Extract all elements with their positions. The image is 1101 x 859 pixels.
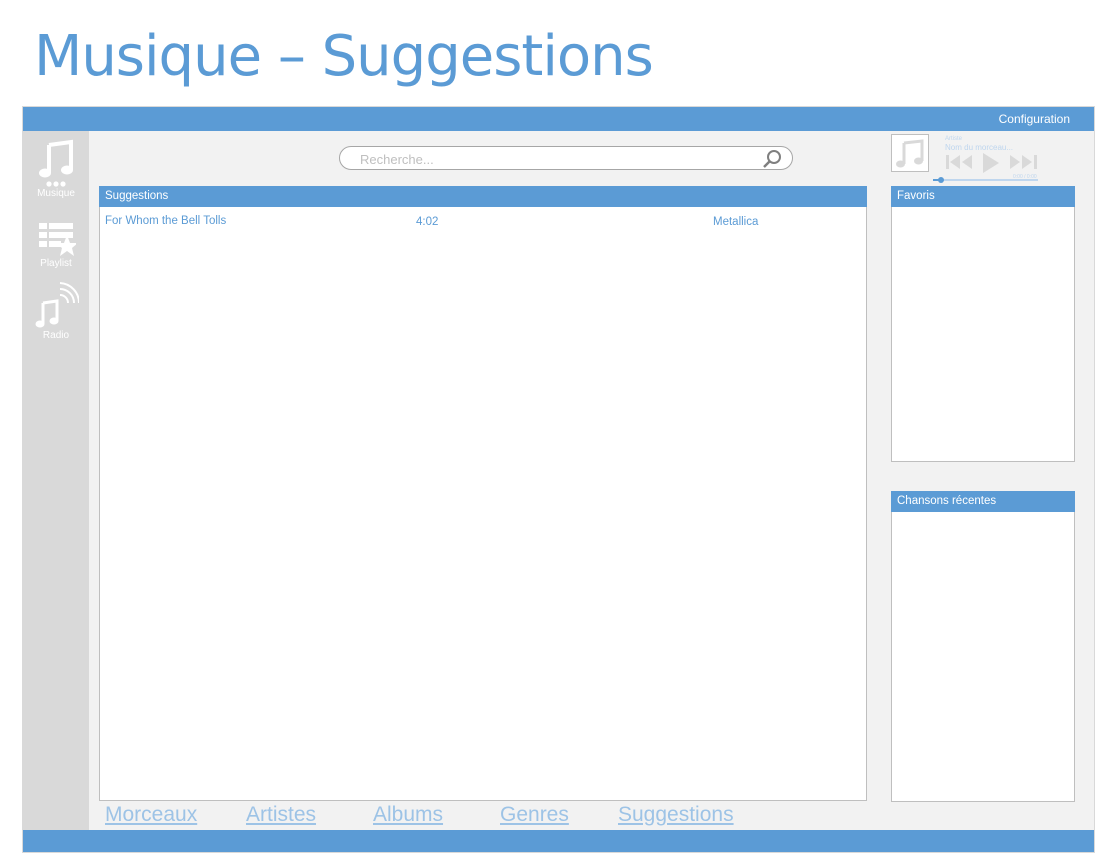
sidebar-item-radio[interactable]: Radio	[23, 281, 89, 341]
song-artist: Metallica	[713, 216, 759, 228]
sidebar-item-label: Musique	[37, 188, 75, 199]
page-title: Musique – Suggestions	[34, 24, 654, 89]
player-progress-bar[interactable]	[933, 177, 1038, 183]
favoris-header: Favoris	[891, 186, 1075, 207]
music-note-icon	[896, 139, 924, 168]
player-artist: Artiste	[945, 136, 963, 142]
sidebar-item-playlist[interactable]: Playlist	[23, 221, 89, 269]
recent-songs-header: Chansons récentes	[891, 491, 1075, 512]
tab-morceaux[interactable]: Morceaux	[105, 803, 197, 827]
radio-waves-icon	[35, 282, 79, 328]
tab-albums[interactable]: Albums	[373, 803, 443, 827]
player-track: Nom du morceau...	[945, 143, 1014, 152]
song-duration: 4:02	[416, 216, 439, 228]
tab-genres[interactable]: Genres	[500, 803, 569, 827]
play-icon[interactable]	[981, 152, 1001, 174]
sidebar-item-label: Radio	[42, 330, 70, 341]
search-icon[interactable]	[762, 149, 782, 169]
tab-suggestions[interactable]: Suggestions	[618, 803, 734, 827]
sidebar: Musique Playlist Radio	[23, 131, 89, 830]
suggestion-row[interactable]: For Whom the Bell Tolls 4:02 Metallica	[100, 213, 866, 231]
search-box	[339, 146, 793, 171]
configuration-link[interactable]: Configuration	[999, 112, 1070, 126]
search-input[interactable]	[358, 147, 742, 171]
tab-artistes[interactable]: Artistes	[246, 803, 316, 827]
player-progress-handle[interactable]	[938, 177, 945, 183]
album-art	[891, 134, 929, 172]
mini-player: Artiste Nom du morceau... 0:00 / 0:00	[891, 134, 1075, 183]
suggestions-panel: Suggestions For Whom the Bell Tolls 4:02…	[99, 186, 867, 801]
top-bar: Configuration	[23, 107, 1094, 131]
next-track-icon[interactable]	[1008, 153, 1038, 171]
playlist-star-icon	[39, 223, 76, 256]
sidebar-item-musique[interactable]: Musique	[23, 139, 89, 199]
sidebar-item-label: Playlist	[40, 258, 72, 269]
recent-songs-panel: Chansons récentes	[891, 491, 1075, 802]
previous-track-icon[interactable]	[945, 153, 975, 171]
bottom-bar	[23, 830, 1094, 852]
app-window: Configuration Musique Playlist Radio Rec…	[22, 106, 1095, 853]
music-note-icon	[39, 139, 73, 187]
song-title: For Whom the Bell Tolls	[105, 215, 227, 227]
suggestions-header: Suggestions	[99, 186, 867, 207]
favoris-panel: Favoris	[891, 186, 1075, 462]
